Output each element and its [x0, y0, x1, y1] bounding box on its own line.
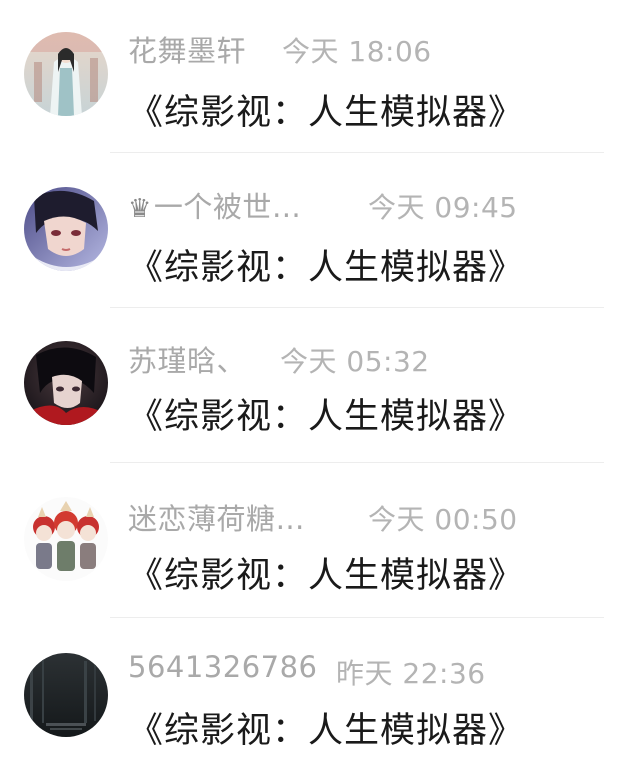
message-preview: 《综影视：人生模拟器》	[128, 397, 525, 437]
contact-name: ♛一个被世…	[128, 184, 301, 226]
avatar[interactable]	[24, 32, 108, 116]
message-preview: 《综影视：人生模拟器》	[128, 711, 525, 751]
message-time: 今天 09:45	[368, 191, 518, 224]
message-preview: 《综影视：人生模拟器》	[128, 248, 525, 288]
avatar-dark-photo-icon	[24, 653, 108, 737]
avatar[interactable]	[24, 497, 108, 581]
message-time: 昨天 22:36	[336, 657, 486, 690]
contact-name: 迷恋薄荷糖…	[128, 502, 306, 536]
conversation-item[interactable]: 迷恋薄荷糖… 今天 00:50 《综影视：人生模拟器》	[0, 463, 640, 618]
avatar-anime-dark-haired-man-icon	[24, 341, 108, 425]
conversation-item[interactable]: 苏瑾晗、 今天 05:32 《综影视：人生模拟器》	[0, 308, 640, 463]
contact-name: 花舞墨轩	[128, 34, 247, 68]
message-time: 今天 18:06	[282, 35, 432, 68]
avatar[interactable]	[24, 653, 108, 737]
contact-name: 5641326786	[128, 650, 318, 684]
avatar[interactable]	[24, 187, 108, 271]
contact-name: 苏瑾晗、	[128, 344, 247, 378]
message-time: 今天 00:50	[368, 503, 518, 536]
conversation-item[interactable]: 花舞墨轩 今天 18:06 《综影视：人生模拟器》	[0, 0, 640, 153]
avatar-ancient-robed-figure-icon	[24, 32, 108, 116]
conversation-list: 花舞墨轩 今天 18:06 《综影视：人生模拟器》 ♛一个被世… 今天 09:4…	[0, 0, 640, 773]
avatar-chibi-group-icon	[24, 497, 108, 581]
message-preview: 《综影视：人生模拟器》	[128, 556, 525, 596]
conversation-item[interactable]: ♛一个被世… 今天 09:45 《综影视：人生模拟器》	[0, 153, 640, 308]
contact-name-text: 一个被世…	[153, 190, 302, 224]
crown-icon: ♛	[128, 194, 152, 224]
message-preview: 《综影视：人生模拟器》	[128, 93, 525, 133]
message-time: 今天 05:32	[280, 345, 430, 378]
avatar[interactable]	[24, 341, 108, 425]
conversation-item[interactable]: 5641326786 昨天 22:36 《综影视：人生模拟器》	[0, 618, 640, 773]
avatar-anime-boy-icon	[24, 187, 108, 271]
